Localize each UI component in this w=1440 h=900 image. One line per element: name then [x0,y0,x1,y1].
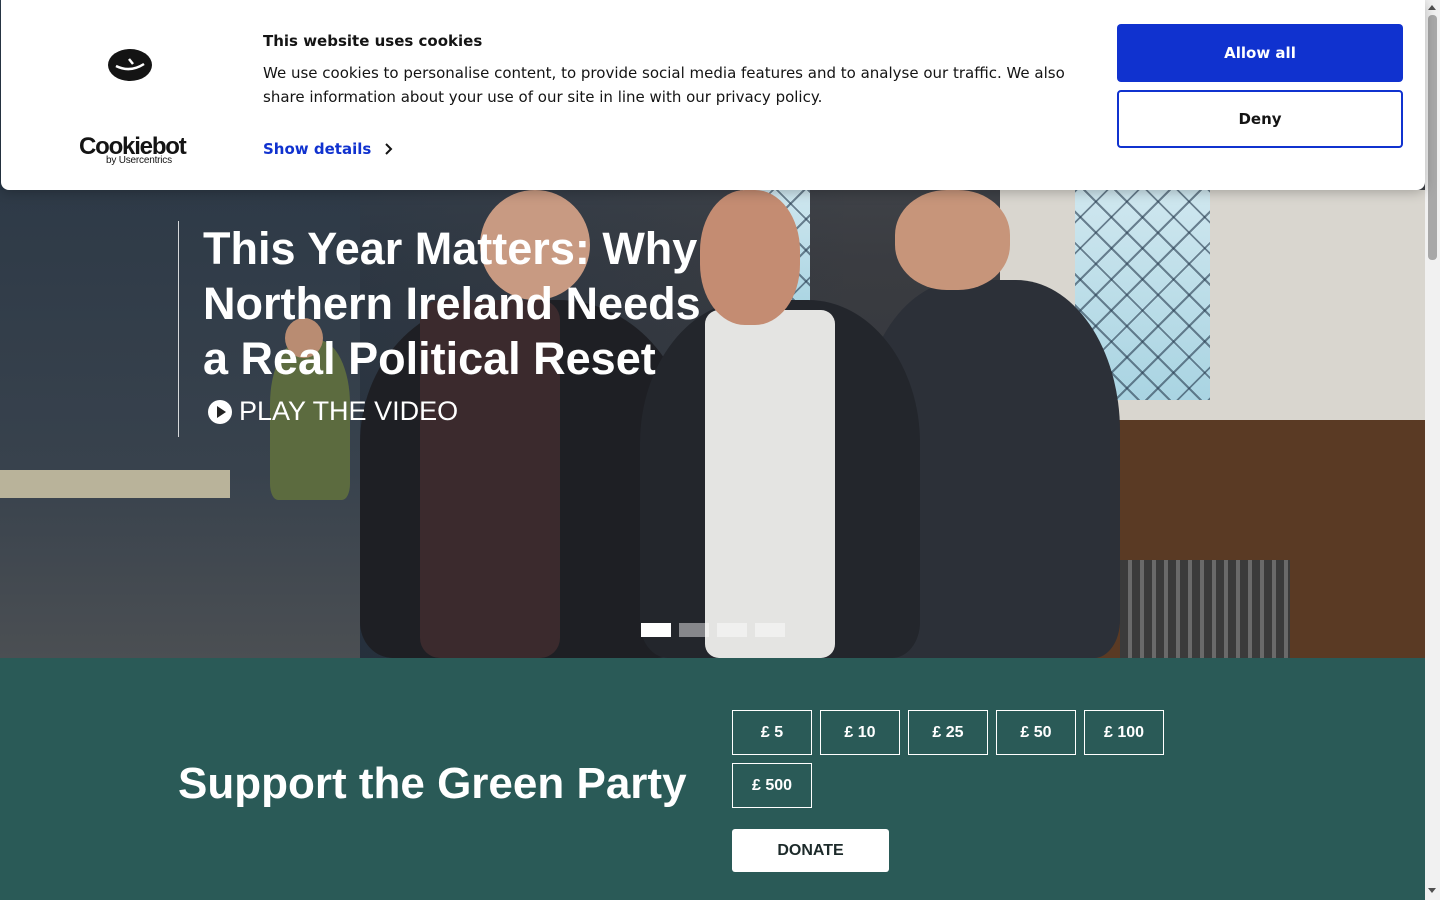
amount-button-25[interactable]: £ 25 [908,710,988,755]
play-icon[interactable] [208,399,232,424]
deny-button[interactable]: Deny [1117,90,1403,148]
hero-person-right-head [895,190,1010,290]
show-details-link[interactable]: Show details [263,140,395,158]
donate-button[interactable]: DONATE [732,829,889,872]
support-section: Support the Green Party £ 5 £ 10 £ 25 £ … [0,658,1425,900]
hero-person-center-shirt [705,310,835,658]
amount-button-50[interactable]: £ 50 [996,710,1076,755]
cookiebot-brand-sub: by Usercentrics [106,155,172,166]
carousel-dot-3[interactable] [717,623,747,637]
amount-button-500[interactable]: £ 500 [732,763,812,808]
play-video-label[interactable]: PLAY THE VIDEO [239,396,458,427]
cookie-banner-title: This website uses cookies [263,32,483,50]
cookiebot-logo-icon [108,49,152,81]
page-scrollbar[interactable] [1425,0,1440,900]
hero-background-radiator [1120,560,1290,658]
carousel-dot-4[interactable] [755,623,785,637]
support-title: Support the Green Party [178,759,687,808]
play-video-link[interactable]: PLAY THE VIDEO [203,396,718,427]
scroll-down-arrow-icon[interactable] [1428,888,1436,893]
carousel-dots [641,623,785,637]
carousel-dot-1[interactable] [641,623,671,637]
cookiebot-brand: Cookiebot by Usercentrics [79,135,187,167]
cookie-banner-text: We use cookies to personalise content, t… [263,64,1065,106]
hero-content: This Year Matters: Why Northern Ireland … [178,221,718,437]
scrollbar-thumb[interactable] [1428,15,1437,260]
hero-background-desk [0,470,230,498]
amount-button-10[interactable]: £ 10 [820,710,900,755]
scroll-up-arrow-icon[interactable] [1428,5,1436,10]
carousel-dot-2[interactable] [679,623,709,637]
amount-button-5[interactable]: £ 5 [732,710,812,755]
amount-button-100[interactable]: £ 100 [1084,710,1164,755]
allow-all-button[interactable]: Allow all [1117,24,1403,82]
hero-title[interactable]: This Year Matters: Why Northern Ireland … [203,221,723,386]
cookie-consent-banner: Cookiebot by Usercentrics This website u… [1,0,1425,190]
chevron-right-icon[interactable] [381,142,395,156]
show-details-label[interactable]: Show details [263,140,371,158]
